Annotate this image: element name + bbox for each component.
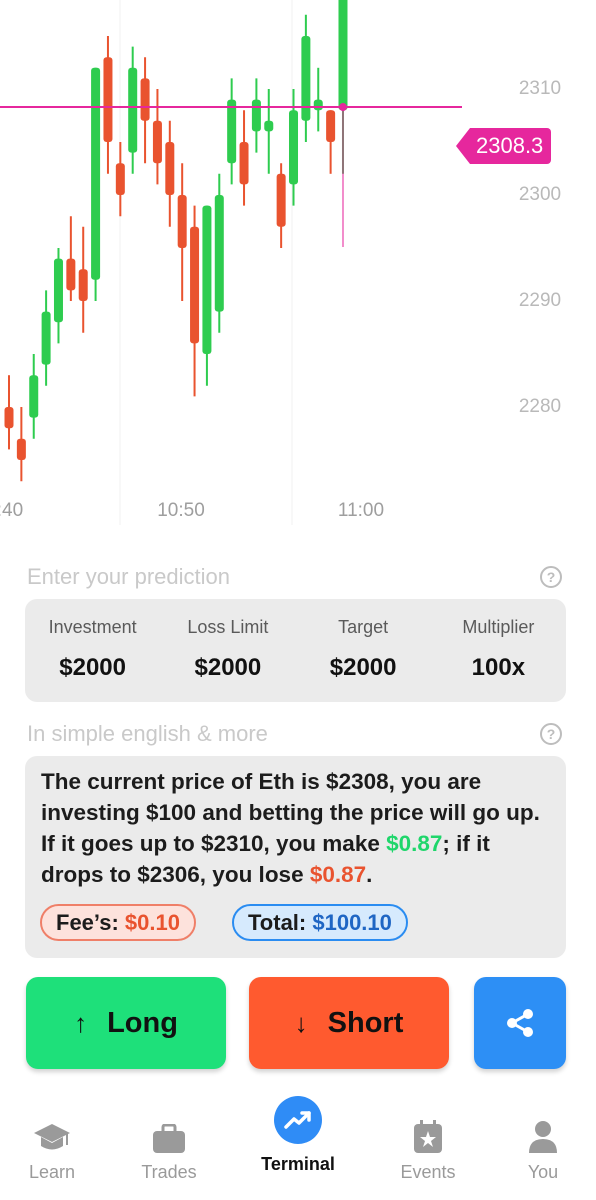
nav-item-you[interactable]: You (488, 1092, 596, 1183)
explanation-text: The current price of Eth is $2308, you a… (41, 766, 552, 890)
candle-body (91, 67, 101, 280)
current-price-dot (338, 103, 347, 112)
y-tick-label: 2290 (518, 290, 562, 311)
candle-body (140, 78, 150, 121)
target-label: Target (338, 617, 389, 637)
explanation-text-part: . (366, 862, 373, 887)
briefcase-icon (153, 1124, 185, 1153)
nav-item-trades[interactable]: Trades (114, 1092, 224, 1183)
gain-amount: $0.87 (386, 831, 443, 856)
arrow-up-icon: ↑ (74, 1007, 88, 1038)
trending-up-icon (274, 1096, 322, 1144)
candle-body (326, 110, 336, 142)
investment-field[interactable]: Investment $2000 (25, 599, 160, 702)
x-tick-label: 11:00 (337, 500, 385, 521)
candle-body (313, 99, 323, 111)
person-icon (529, 1121, 557, 1153)
current-price-tag: 2308.3 (456, 128, 552, 164)
price-chart[interactable]: 2310 2300 2290 2280 :40 10:50 11:00 2308… (0, 0, 596, 540)
multiplier-label: Multiplier (462, 617, 535, 637)
loss-amount: $0.87 (309, 862, 367, 887)
candle-body (338, 0, 348, 111)
nav-label-trades: Trades (141, 1162, 197, 1182)
explanation-section-title: In simple english & more (27, 721, 268, 746)
fee-label: Fee’s: (56, 910, 125, 935)
nav-label-terminal: Terminal (261, 1154, 335, 1174)
multiplier-field[interactable]: Multiplier 100x (431, 599, 566, 702)
total-label: Total: (248, 910, 313, 935)
help-icon[interactable]: ? (540, 723, 562, 745)
nav-label-learn: Learn (28, 1162, 76, 1182)
candle-body (177, 195, 187, 248)
fee-badge: Fee’s: $0.10 (40, 904, 196, 941)
nav-item-learn[interactable]: Learn (0, 1092, 107, 1183)
candle-body (103, 57, 113, 143)
candle-body (41, 311, 51, 365)
candle-body (276, 173, 286, 227)
x-tick-label: 10:50 (157, 500, 205, 521)
candle-body (301, 36, 311, 121)
candle-body (251, 99, 261, 132)
prediction-card: Investment $2000 Loss Limit $2000 Target… (25, 599, 566, 702)
long-button[interactable]: ↑ Long (26, 977, 226, 1069)
short-button[interactable]: ↓ Short (249, 977, 449, 1069)
loss-limit-label: Loss Limit (187, 617, 269, 637)
candle-body (214, 195, 224, 312)
total-value: $100.10 (312, 910, 392, 935)
investment-value[interactable]: $2000 (25, 654, 160, 682)
candle-body (239, 142, 249, 185)
share-icon (507, 1009, 533, 1037)
candle-body (289, 110, 299, 185)
candle-body (4, 407, 14, 429)
investment-label: Investment (48, 617, 137, 637)
x-tick-label: :40 (0, 500, 24, 521)
share-button[interactable] (474, 977, 566, 1069)
candle-body (66, 258, 76, 291)
short-label: Short (327, 1006, 404, 1039)
candle-body (202, 205, 212, 354)
y-tick-label: 2310 (518, 78, 562, 99)
y-tick-label: 2280 (518, 396, 562, 417)
fee-value: $0.10 (124, 910, 180, 935)
bottom-navigation: Learn Trades Terminal Events You (0, 1092, 596, 1200)
nav-item-terminal[interactable]: Terminal (243, 1092, 353, 1175)
arrow-down-icon: ↓ (294, 1007, 308, 1038)
candle-body (152, 120, 162, 164)
candle-body (165, 142, 175, 195)
nav-item-events[interactable]: Events (373, 1092, 483, 1183)
loss-limit-field[interactable]: Loss Limit $2000 (160, 599, 295, 702)
candle-body (264, 120, 274, 132)
graduation-cap-icon (34, 1124, 70, 1150)
calendar-star-icon (414, 1120, 442, 1153)
explanation-card: The current price of Eth is $2308, you a… (25, 756, 566, 958)
y-tick-label: 2300 (518, 184, 562, 205)
candle-body (53, 258, 63, 323)
target-value[interactable]: $2000 (296, 654, 431, 682)
candle-body (16, 438, 26, 460)
nav-label-you: You (527, 1162, 559, 1182)
loss-limit-value[interactable]: $2000 (160, 654, 295, 682)
candle-body (29, 375, 39, 418)
multiplier-value[interactable]: 100x (431, 654, 566, 682)
prediction-section-title: Enter your prediction (27, 564, 230, 589)
candle-body (115, 163, 125, 195)
nav-label-events: Events (400, 1162, 456, 1182)
candle-body (128, 67, 138, 153)
candle-body (227, 99, 237, 164)
total-badge: Total: $100.10 (232, 904, 408, 941)
candle-body (78, 269, 88, 301)
candle-body (190, 226, 200, 344)
long-label: Long (107, 1006, 178, 1039)
target-field[interactable]: Target $2000 (296, 599, 431, 702)
help-icon[interactable]: ? (540, 566, 562, 588)
